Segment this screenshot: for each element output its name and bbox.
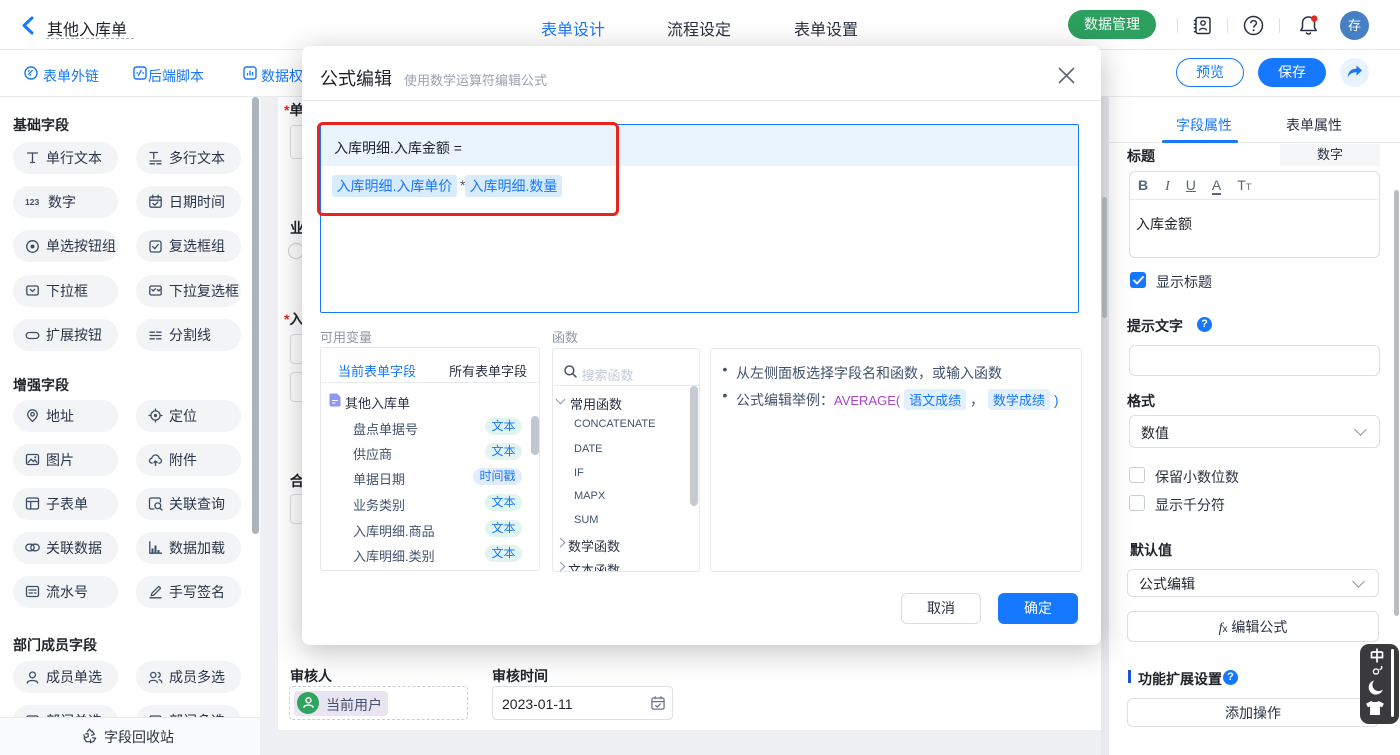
svg-text:123: 123 <box>25 197 39 207</box>
